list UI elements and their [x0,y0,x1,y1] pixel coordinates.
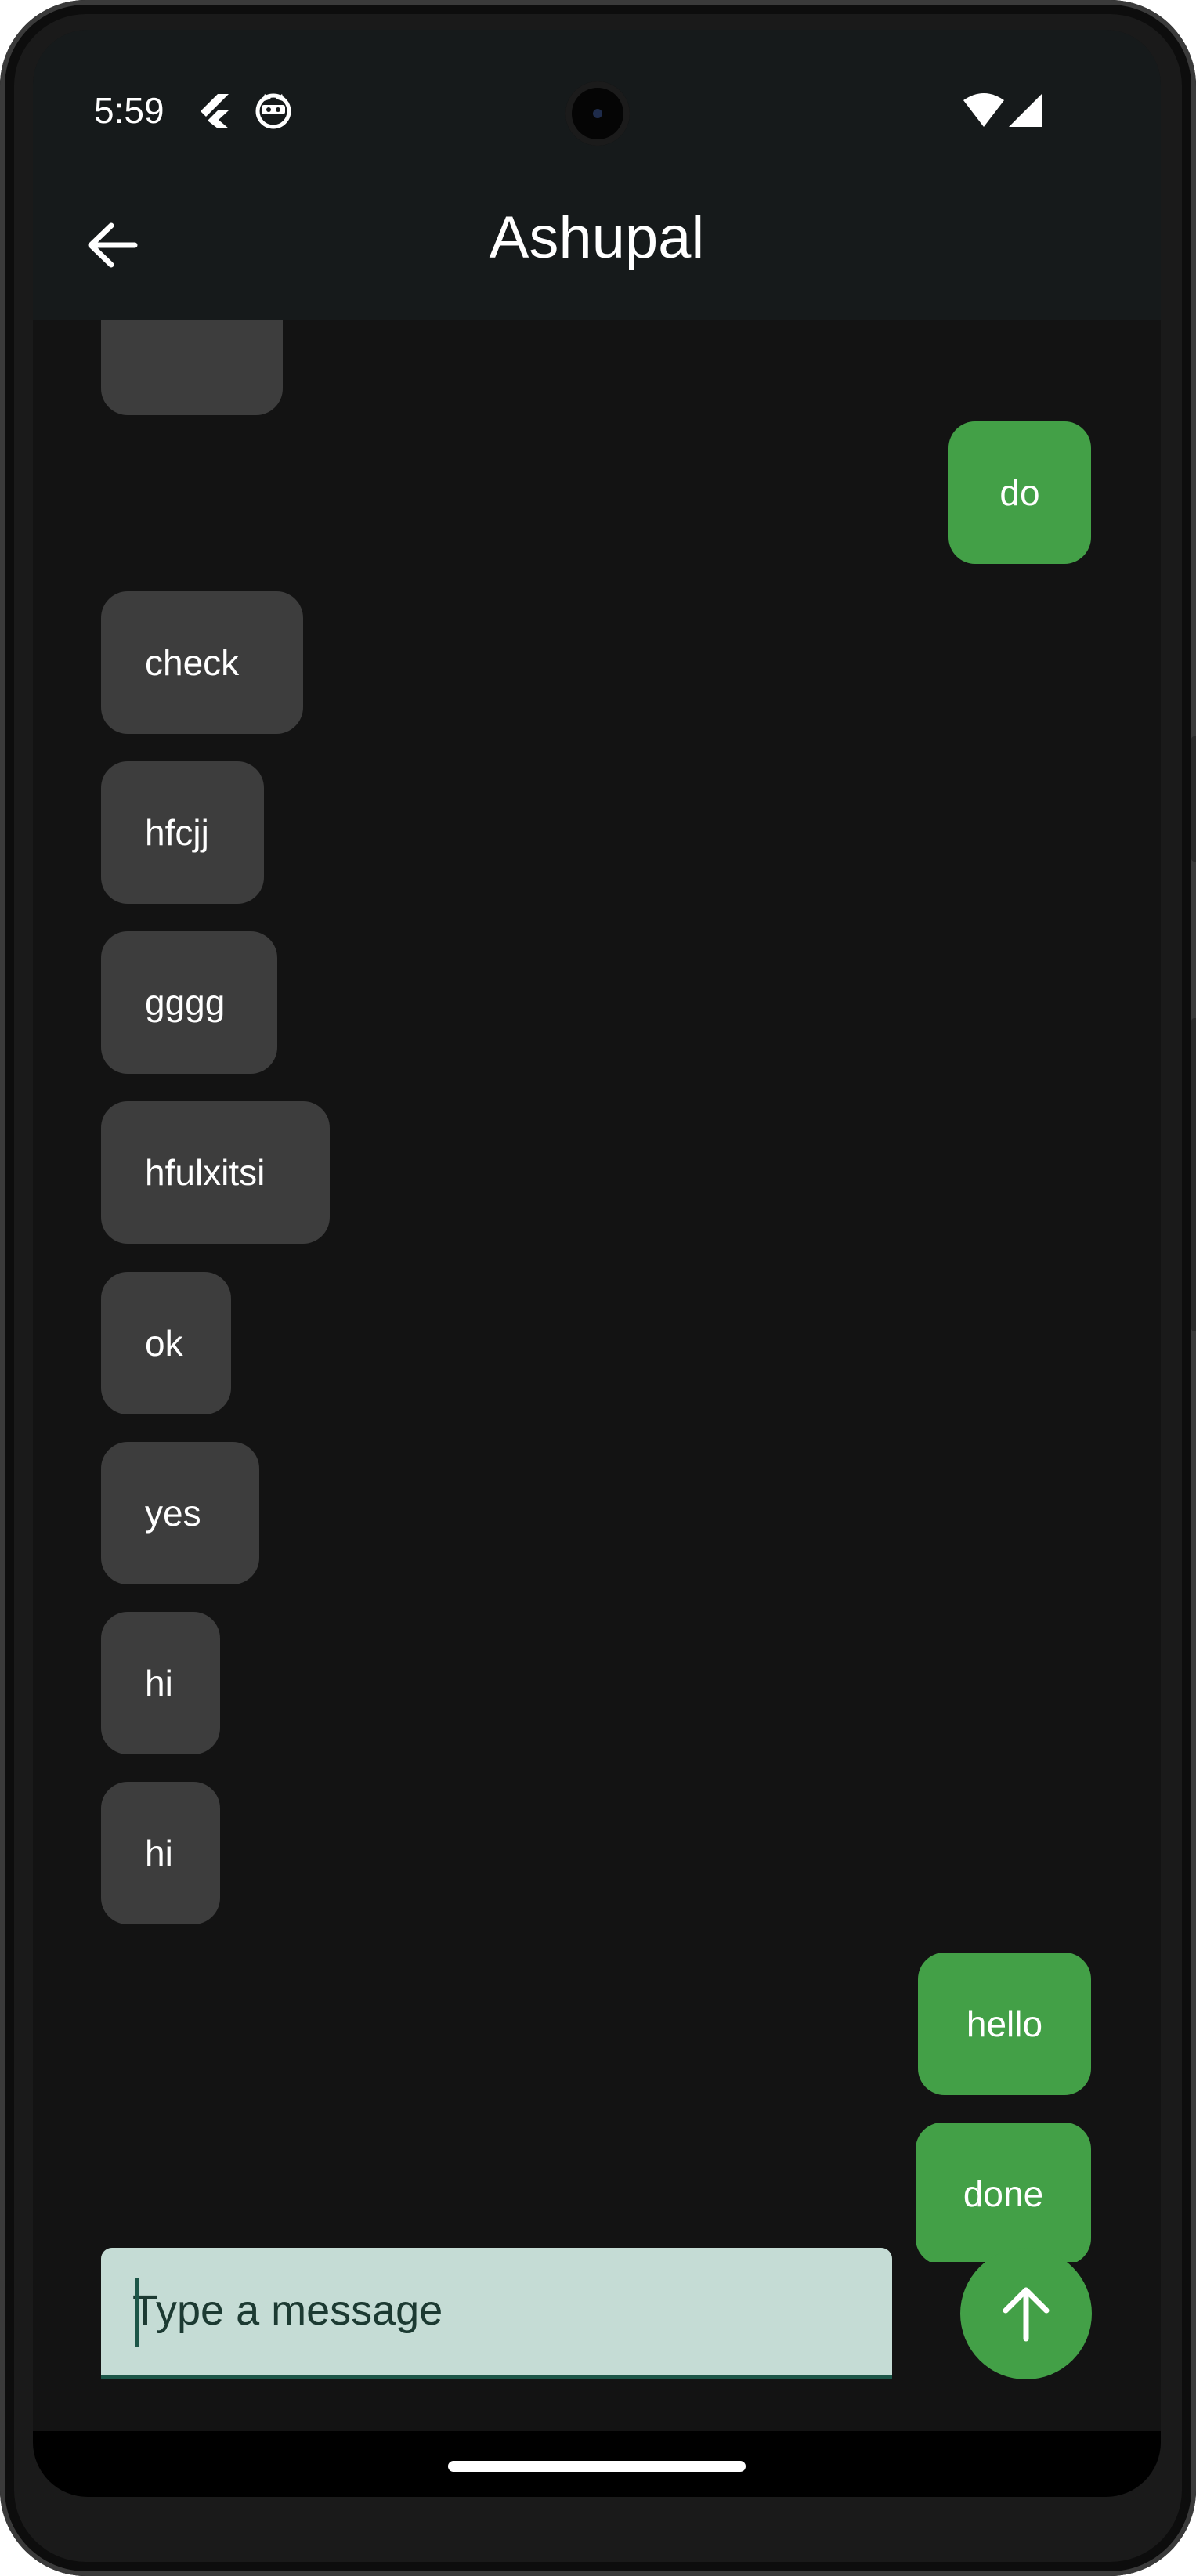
message-bubble-sent: done [916,2123,1091,2262]
status-time: 5:59 [94,90,164,131]
front-camera [565,81,630,146]
message-bubble-received: hi [101,1612,220,1754]
message-list[interactable]: do check hfcjj gggg hfulxitsi ok yes hi [33,320,1161,2262]
message-text: yes [145,1493,201,1534]
flutter-icon [194,91,233,130]
message-text: hfcjj [145,812,209,853]
phone-frame: 5:59 Ashupal do check hfcjj gggg hfulxit… [0,0,1196,2576]
status-bar: 5:59 [33,30,1161,171]
send-button[interactable] [960,2248,1092,2379]
debug-cat-icon [254,91,293,130]
message-bubble-received: hi [101,1782,220,1924]
message-text: hi [145,1833,173,1873]
app-bar: Ashupal [33,171,1161,320]
message-text: ok [145,1323,183,1364]
message-bubble-received: hfulxitsi [101,1101,330,1244]
message-bubble-received: check [101,591,303,734]
message-text: hfulxitsi [145,1152,266,1193]
message-bubble-sent: do [948,421,1091,564]
power-button [1191,1018,1196,1331]
message-bubble-received: hfcjj [101,761,264,904]
wifi-icon [962,91,1006,130]
chat-title: Ashupal [489,204,705,271]
message-text: hello [966,2003,1043,2044]
cellular-signal-icon [1007,91,1045,130]
message-bubble-received: gggg [101,931,277,1074]
text-cursor [135,2278,139,2347]
message-bubble-received [101,320,283,415]
message-input[interactable] [132,2248,861,2373]
message-input-container [101,2248,892,2379]
volume-button [1191,736,1196,862]
message-bubble-received: ok [101,1272,231,1414]
message-text: done [963,2173,1044,2214]
message-text: check [145,642,240,683]
screen: 5:59 Ashupal do check hfcjj gggg hfulxit… [33,30,1161,2497]
message-bubble-received: yes [101,1442,259,1584]
arrow-up-icon [1003,2287,1050,2342]
message-text: hi [145,1663,173,1703]
navigation-bar [33,2431,1161,2497]
message-text: gggg [145,982,226,1023]
home-gesture-handle[interactable] [448,2461,746,2472]
message-text: do [999,472,1040,513]
message-bubble-sent: hello [918,1953,1091,2095]
